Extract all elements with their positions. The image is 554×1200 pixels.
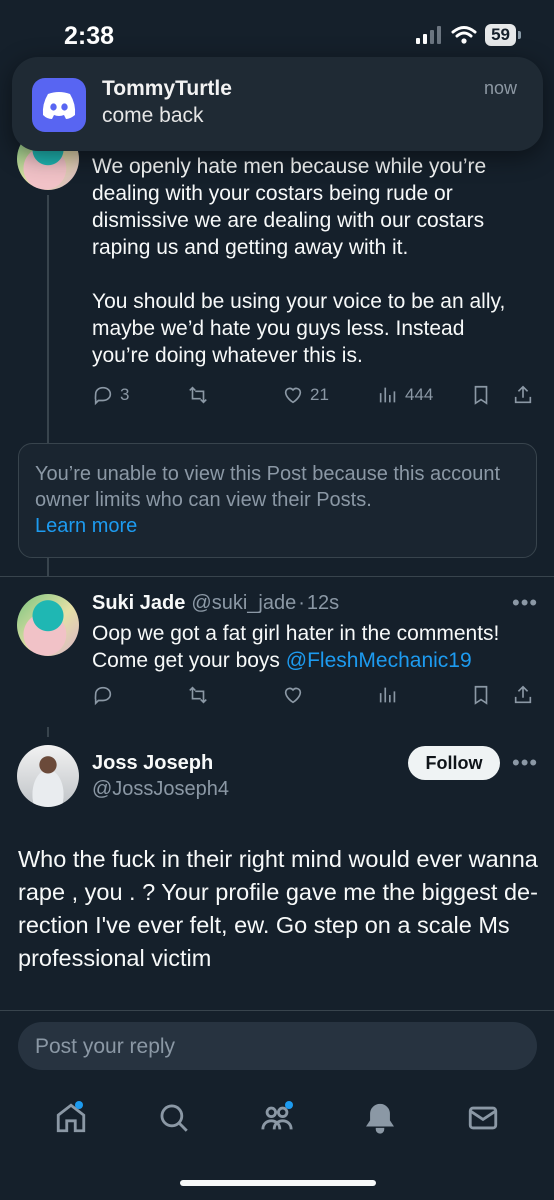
search-icon — [160, 1104, 188, 1132]
status-icons: 59 — [415, 24, 521, 46]
share-icon — [514, 385, 532, 404]
repost-button[interactable] — [187, 384, 282, 406]
more-options-icon[interactable]: ••• — [512, 750, 538, 776]
limited-notice-text: You’re unable to view this Post because … — [35, 463, 501, 537]
mention-link[interactable]: @FleshMechanic19 — [286, 649, 472, 672]
tab-search[interactable] — [157, 1101, 191, 1140]
tab-messages[interactable] — [466, 1101, 500, 1140]
tweet-text: We openly hate men because while you’re … — [92, 155, 506, 367]
repost-icon — [189, 386, 207, 404]
reply-count: 3 — [120, 385, 130, 404]
follow-button[interactable]: Follow — [408, 746, 500, 780]
repost-button[interactable] — [187, 684, 282, 706]
reply-button[interactable] — [92, 684, 187, 706]
reply-button[interactable]: 3 — [92, 384, 187, 406]
divider — [0, 1010, 554, 1011]
thread-line — [47, 195, 49, 445]
separator: · — [298, 592, 305, 614]
reply-icon — [94, 686, 112, 706]
notification-title: TommyTurtle — [102, 77, 232, 100]
communities-notification-dot — [284, 1100, 293, 1109]
bottom-tab-bar — [0, 1085, 554, 1155]
wifi-icon — [451, 26, 477, 44]
tweet-text: Oop we got a fat girl hater in the comme… — [92, 622, 500, 672]
battery-indicator: 59 — [485, 24, 521, 46]
user-handle[interactable]: @JossJoseph4 — [92, 778, 229, 801]
like-button[interactable]: 21 — [282, 384, 377, 406]
tweet-header: Suki Jade @suki_jade · 12s — [92, 592, 339, 615]
thread-line — [47, 727, 49, 737]
messages-icon — [468, 1106, 497, 1129]
tweet-actions — [92, 684, 540, 706]
bookmark-icon — [474, 685, 488, 705]
views-icon — [379, 687, 396, 703]
like-count: 21 — [310, 385, 329, 404]
more-options-icon[interactable]: ••• — [512, 590, 538, 616]
notification-time: now — [483, 78, 517, 98]
home-indicator[interactable] — [180, 1180, 376, 1186]
bookmark-button[interactable] — [470, 684, 512, 706]
home-icon — [57, 1102, 86, 1132]
share-button[interactable] — [512, 684, 538, 706]
tweet-time: 12s — [306, 592, 340, 614]
learn-more-link[interactable]: Learn more — [35, 515, 137, 537]
divider — [0, 576, 554, 577]
bookmark-icon — [474, 385, 488, 405]
reply-input[interactable]: Post your reply — [18, 1022, 537, 1070]
avatar[interactable] — [17, 745, 79, 807]
bookmark-button[interactable] — [470, 384, 512, 406]
tab-home[interactable] — [54, 1100, 88, 1140]
discord-icon — [32, 78, 86, 132]
thread-line — [47, 558, 49, 576]
notification-banner[interactable]: TommyTurtle come back now — [12, 57, 543, 151]
tweet-text: Who the fuck in their right mind would e… — [18, 846, 538, 971]
limited-post-notice: You’re unable to view this Post because … — [18, 443, 537, 558]
views-button[interactable] — [377, 684, 470, 706]
reply-icon — [94, 386, 112, 406]
like-button[interactable] — [282, 684, 377, 706]
notification-body: come back — [102, 104, 204, 127]
notifications-icon — [365, 1103, 394, 1134]
view-count: 444 — [405, 385, 434, 404]
user-handle[interactable]: @suki_jade — [191, 592, 296, 615]
tab-communities[interactable] — [260, 1100, 294, 1140]
heart-icon — [284, 687, 302, 704]
status-time: 2:38 — [64, 22, 115, 50]
home-notification-dot — [75, 1100, 84, 1109]
share-icon — [514, 685, 532, 704]
views-icon — [379, 387, 396, 403]
display-name[interactable]: Joss Joseph — [92, 752, 213, 775]
tweet-actions: 3 21 444 — [92, 384, 540, 406]
display-name[interactable]: Suki Jade — [92, 592, 185, 615]
avatar[interactable] — [17, 594, 79, 656]
repost-icon — [189, 686, 207, 704]
share-button[interactable] — [512, 384, 538, 406]
tab-notifications[interactable] — [363, 1101, 397, 1140]
heart-icon — [284, 387, 302, 404]
cellular-signal-icon — [416, 26, 442, 44]
views-button[interactable]: 444 — [377, 384, 470, 406]
